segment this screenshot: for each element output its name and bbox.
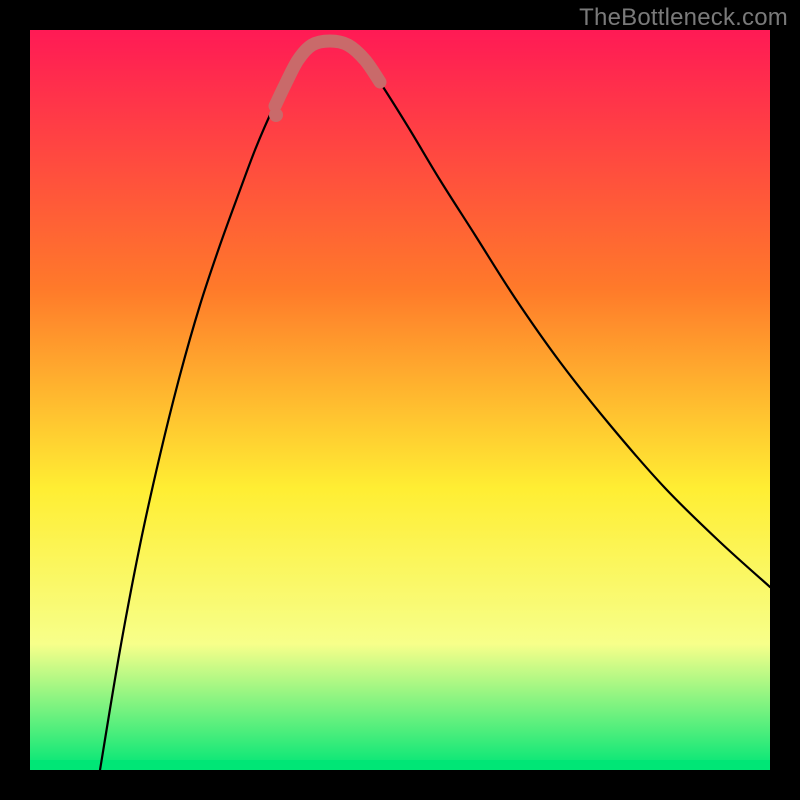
plot-area [30, 30, 770, 770]
marker-left-dot [269, 108, 283, 122]
outer-frame: TheBottleneck.com [0, 0, 800, 800]
watermark-text: TheBottleneck.com [579, 4, 788, 32]
floor-band [30, 760, 770, 770]
bottleneck-chart [30, 30, 770, 770]
gradient-background [30, 30, 770, 770]
